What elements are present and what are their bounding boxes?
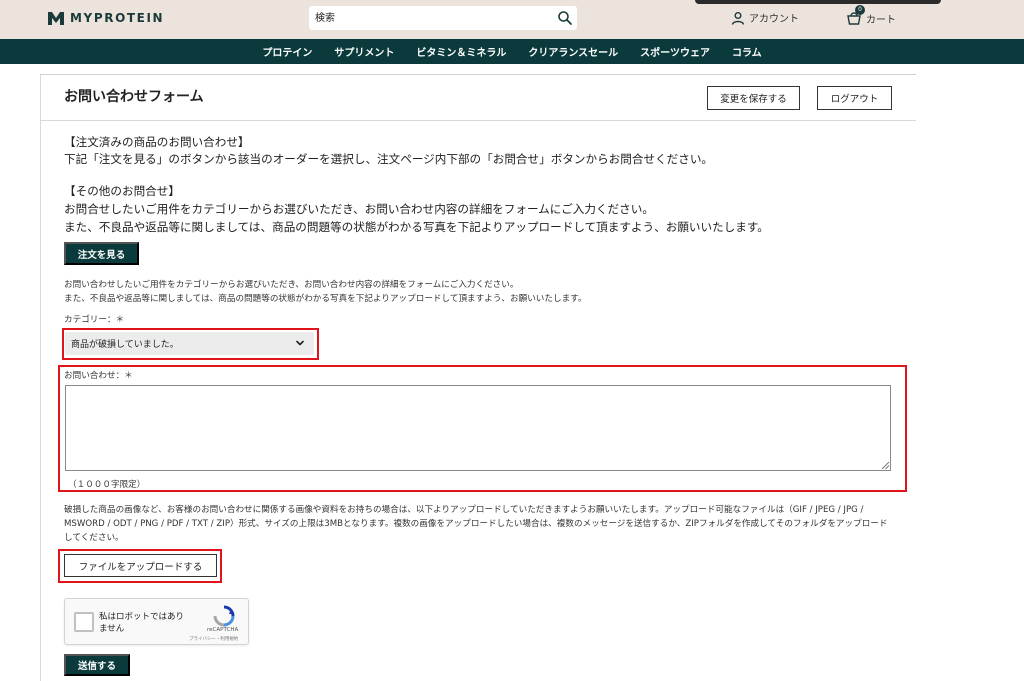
- other-heading: 【その他のお問合せ】: [64, 184, 180, 198]
- category-label: カテゴリー：＊: [64, 315, 125, 325]
- recaptcha-label: 私はロボットではありません: [99, 612, 185, 634]
- search-input[interactable]: [315, 9, 545, 27]
- page-title: お問い合わせフォーム: [64, 89, 204, 105]
- inquiry-label: お問い合わせ：＊: [64, 371, 133, 381]
- logo-text: MYPROTEIN: [70, 11, 165, 25]
- logout-button[interactable]: ログアウト: [817, 86, 892, 110]
- inquiry-textarea[interactable]: [65, 385, 891, 471]
- resize-handle-icon[interactable]: [881, 461, 890, 470]
- recaptcha-widget: 私はロボットではありません reCAPTCHA プライバシー・利用規約: [64, 598, 249, 645]
- cart-label: カート: [866, 14, 896, 26]
- nav-item-vitamins[interactable]: ビタミン＆ミネラル: [405, 44, 517, 59]
- view-orders-button[interactable]: 注文を見る: [64, 242, 139, 265]
- recaptcha-checkbox[interactable]: [74, 612, 94, 632]
- main-nav: プロテイン サプリメント ビタミン＆ミネラル クリアランスセール スポーツウェア…: [0, 39, 1024, 64]
- account-label: アカウント: [749, 14, 799, 25]
- cart-link[interactable]: 0 カート: [846, 5, 896, 26]
- submit-button[interactable]: 送信する: [64, 654, 130, 676]
- overlay-edge: [695, 0, 941, 4]
- cart-count-badge: 0: [855, 5, 865, 15]
- upload-file-button[interactable]: ファイルをアップロードする: [64, 554, 217, 577]
- form-note-2: また、不良品や返品等に関しましては、商品の問題等の状態がわかる写真を下記よりアッ…: [64, 294, 587, 304]
- nav-item-clearance[interactable]: クリアランスセール: [517, 44, 629, 59]
- search-bar: [309, 6, 577, 30]
- nav-item-protein[interactable]: プロテイン: [251, 44, 323, 59]
- ordered-heading: 【注文済みの商品のお問い合わせ】: [64, 135, 250, 149]
- nav-item-column[interactable]: コラム: [721, 44, 773, 59]
- recaptcha-logo-icon: [213, 605, 235, 627]
- user-icon: [731, 11, 745, 25]
- recaptcha-links[interactable]: プライバシー・利用規約: [189, 636, 238, 642]
- content-border-left: [40, 74, 41, 681]
- title-divider: [40, 120, 916, 121]
- logo[interactable]: MYPROTEIN: [48, 11, 164, 25]
- category-select[interactable]: 商品が破損していました。: [65, 332, 314, 355]
- cart-icon-wrap: 0: [846, 5, 865, 26]
- nav-item-supplements[interactable]: サプリメント: [323, 44, 405, 59]
- other-text-1: お問合せしたいご用件をカテゴリーからお選びいただき、お問い合わせ内容の詳細をフォ…: [64, 202, 654, 216]
- upload-instructions: 破損した商品の画像など、お客様のお問い合わせに関係する画像や資料をお持ちの場合は…: [64, 505, 888, 543]
- ordered-text: 下記「注文を見る」のボタンから該当のオーダーを選択し、注文ページ内下部の「お問合…: [64, 152, 714, 166]
- account-link[interactable]: アカウント: [731, 10, 799, 25]
- category-selected-value: 商品が破損していました。: [71, 340, 179, 350]
- nav-item-sportswear[interactable]: スポーツウェア: [629, 44, 721, 59]
- other-text-2: また、不良品や返品等に関しましては、商品の問題等の状態がわかる写真を下記よりアッ…: [64, 220, 769, 234]
- top-header: MYPROTEIN アカウント 0 カート: [0, 0, 1024, 39]
- save-changes-button[interactable]: 変更を保存する: [707, 86, 800, 110]
- search-icon[interactable]: [557, 10, 573, 26]
- chevron-down-icon: [296, 340, 304, 346]
- content-border-top: [40, 74, 916, 75]
- char-limit-text: （１０００字限定）: [68, 480, 146, 490]
- recaptcha-brand: reCAPTCHA: [207, 627, 239, 633]
- myprotein-logo-icon: [48, 11, 64, 25]
- form-note-1: お問い合わせしたいご用件をカテゴリーからお選びいただき、お問い合わせ内容の詳細を…: [64, 280, 519, 290]
